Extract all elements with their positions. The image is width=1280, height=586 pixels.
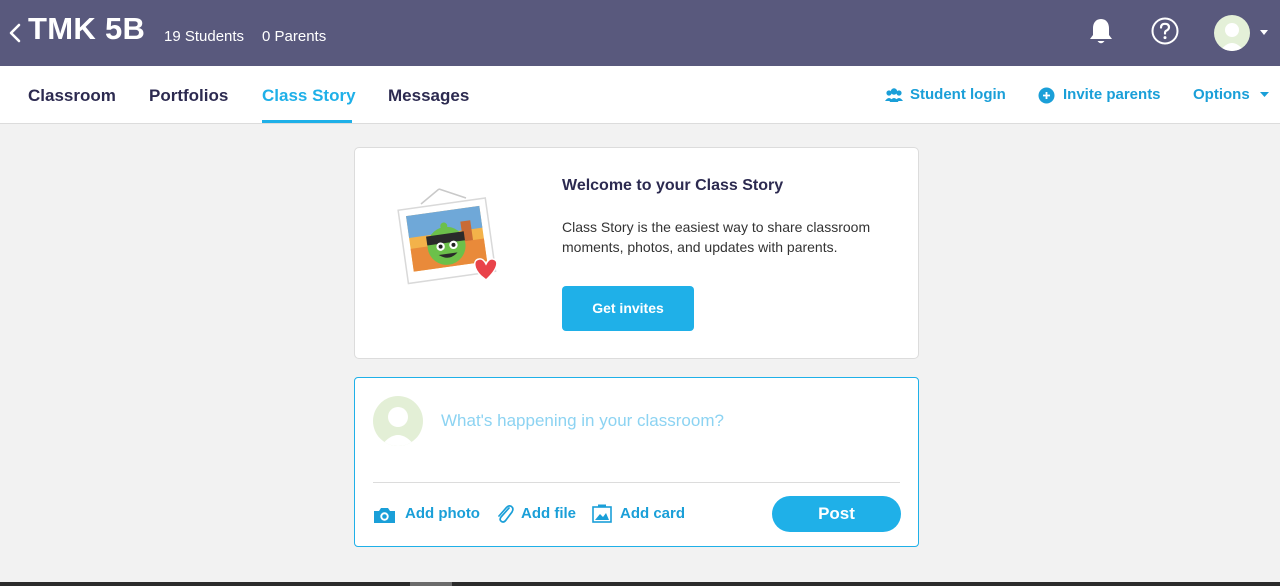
student-login-link[interactable]: Student login (910, 86, 1006, 103)
welcome-body: Class Story is the easiest way to share … (562, 219, 871, 255)
help-icon[interactable] (1150, 16, 1180, 46)
window-bottom-edge (0, 582, 1280, 586)
add-file-button[interactable]: Add file (521, 505, 576, 522)
active-tab-indicator (262, 120, 352, 123)
class-story-illustration (397, 188, 498, 285)
class-header: TMK 5B 19 Students 0 Parents (0, 0, 1280, 66)
account-menu-caret-icon[interactable] (1260, 30, 1268, 35)
chevron-down-icon[interactable] (1260, 92, 1269, 98)
back-chevron-icon[interactable] (8, 20, 22, 46)
avatar-silhouette-icon (381, 407, 415, 446)
avatar-silhouette-icon (1220, 23, 1244, 51)
student-login-icon (885, 88, 903, 102)
card-image-icon (592, 504, 612, 523)
welcome-title: Welcome to your Class Story (562, 177, 784, 194)
compose-divider (373, 482, 900, 483)
scrollbar-thumb[interactable] (410, 582, 452, 586)
tab-classroom[interactable]: Classroom (28, 86, 116, 106)
user-avatar (373, 396, 423, 446)
tab-messages[interactable]: Messages (388, 86, 469, 106)
options-menu[interactable]: Options (1193, 86, 1250, 103)
welcome-card: Welcome to your Class Story Class Story … (354, 147, 919, 359)
parents-count[interactable]: 0 Parents (262, 28, 326, 45)
add-photo-button[interactable]: Add photo (405, 505, 480, 522)
invite-parents-link[interactable]: Invite parents (1063, 86, 1161, 103)
add-card-button[interactable]: Add card (620, 505, 685, 522)
bell-icon[interactable] (1087, 16, 1115, 48)
plus-circle-icon (1038, 87, 1055, 104)
get-invites-button[interactable]: Get invites (562, 286, 694, 331)
class-title[interactable]: TMK 5B (28, 11, 145, 47)
class-nav: Classroom Portfolios Class Story Message… (0, 66, 1280, 124)
user-avatar[interactable] (1214, 15, 1250, 51)
students-count[interactable]: 19 Students (164, 28, 244, 45)
compose-post-card: What's happening in your classroom? Add … (354, 377, 919, 547)
tab-class-story[interactable]: Class Story (262, 86, 356, 106)
tab-portfolios[interactable]: Portfolios (149, 86, 228, 106)
post-button[interactable]: Post (772, 496, 901, 532)
story-text-input[interactable]: What's happening in your classroom? (441, 411, 724, 431)
camera-icon (374, 508, 395, 523)
paperclip-icon (498, 504, 514, 523)
